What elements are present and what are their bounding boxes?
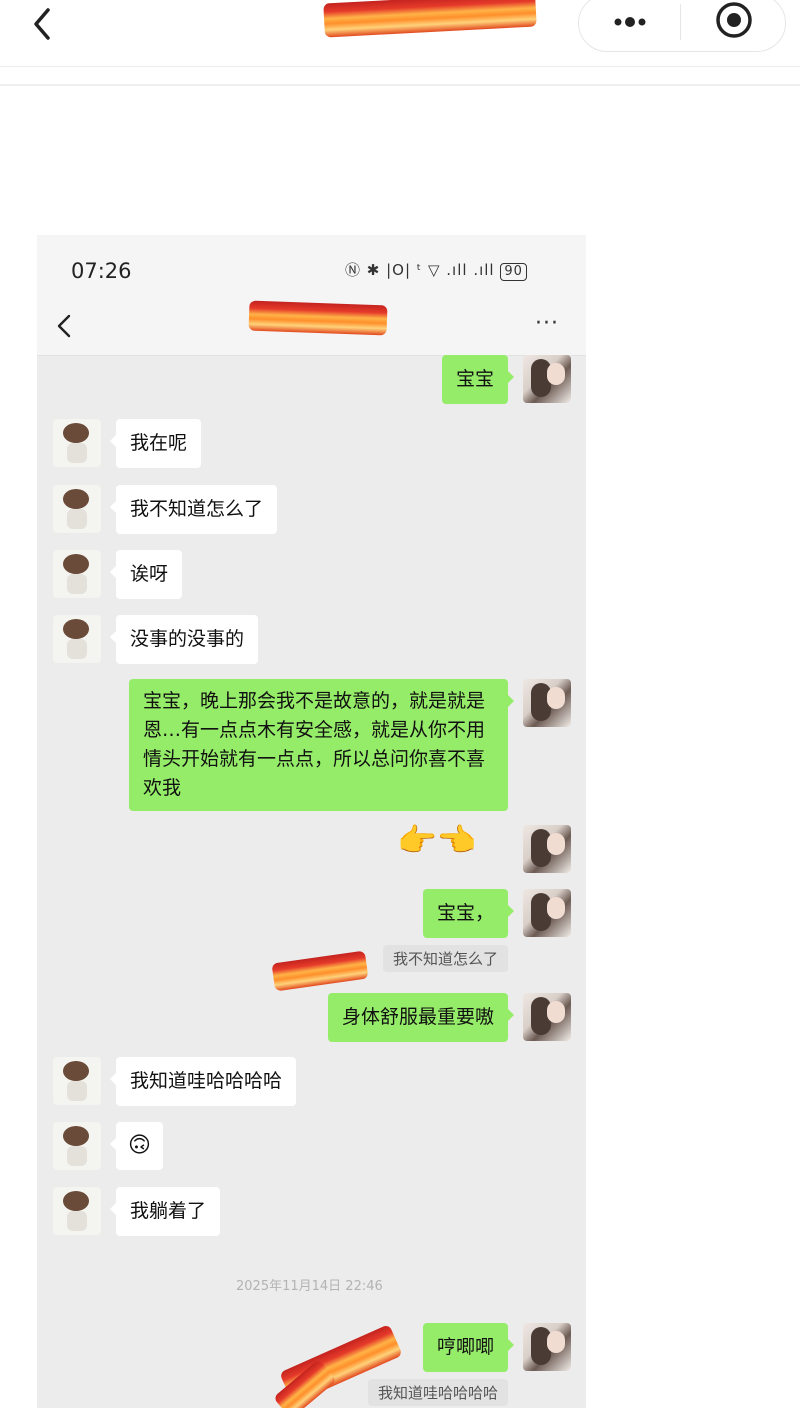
chat-back-icon[interactable] [53, 313, 77, 339]
contact-avatar[interactable] [53, 550, 101, 598]
my-avatar[interactable] [523, 679, 571, 727]
message-bubble-other[interactable]: 没事的没事的 [109, 615, 259, 664]
message-bubble-other[interactable]: 我躺着了 [109, 1187, 221, 1236]
my-avatar[interactable] [523, 889, 571, 937]
message-bubble-me-long[interactable]: 宝宝，晚上那会我不是故意的，就是就是恩…有一点点木有安全感，就是从你不用情头开始… [129, 679, 514, 811]
pointing-hands-emoji[interactable]: 👉👈 [397, 821, 477, 859]
quoted-reply[interactable]: 我不知道怎么了 [382, 945, 508, 972]
header-divider [0, 66, 800, 67]
chat-more-icon[interactable]: ··· [535, 311, 559, 336]
capsule-divider [680, 4, 681, 40]
chat-screenshot: 07:26 Ⓝ ✱ |O| ᵗ ▽ .ıll .ıll 90 ··· 宝宝 我在… [37, 235, 586, 1408]
back-chevron-icon[interactable] [24, 4, 64, 44]
contact-avatar[interactable] [53, 1187, 101, 1235]
status-icons: Ⓝ ✱ |O| ᵗ ▽ .ıll .ıll 90 [345, 259, 527, 281]
redacted-contact-name [248, 300, 388, 336]
my-avatar[interactable] [523, 825, 571, 873]
message-bubble-me[interactable]: 哼唧唧 [422, 1323, 515, 1372]
close-target-icon[interactable] [712, 0, 756, 44]
contact-avatar[interactable] [53, 615, 101, 663]
message-bubble-emoji[interactable]: 🙃 [110, 1122, 163, 1170]
message-bubble-other[interactable]: 诶呀 [109, 550, 183, 599]
chat-timestamp: 2025年11月14日 22:46 [236, 1279, 383, 1294]
message-bubble-other[interactable]: 我不知道怎么了 [109, 485, 278, 534]
status-bar: 07:26 Ⓝ ✱ |O| ᵗ ▽ .ıll .ıll 90 [37, 235, 586, 299]
contact-avatar[interactable] [53, 1057, 101, 1105]
status-signal-icons: Ⓝ ✱ |O| ᵗ ▽ .ıll .ıll [345, 261, 495, 279]
contact-avatar[interactable] [53, 485, 101, 533]
contact-avatar[interactable] [53, 419, 101, 467]
contact-avatar[interactable] [53, 1122, 101, 1170]
header-shadow-divider [0, 84, 800, 86]
my-avatar[interactable] [523, 993, 571, 1041]
message-bubble-other[interactable]: 我知道哇哈哈哈哈 [109, 1057, 297, 1106]
quoted-reply[interactable]: 我知道哇哈哈哈哈 [367, 1379, 508, 1406]
message-bubble-me[interactable]: 宝宝， [422, 889, 515, 938]
redacted-quote-name [271, 950, 369, 992]
message-bubble-other[interactable]: 我在呢 [109, 419, 202, 468]
my-avatar[interactable] [523, 1323, 571, 1371]
battery-icon: 90 [500, 263, 527, 281]
message-bubble-me[interactable]: 身体舒服最重要嗷 [327, 993, 515, 1042]
chat-header: ··· [37, 299, 586, 356]
message-bubble-me[interactable]: 宝宝 [441, 355, 515, 404]
my-avatar[interactable] [523, 355, 571, 403]
status-time: 07:26 [71, 259, 132, 283]
more-dots-icon[interactable] [606, 8, 654, 32]
